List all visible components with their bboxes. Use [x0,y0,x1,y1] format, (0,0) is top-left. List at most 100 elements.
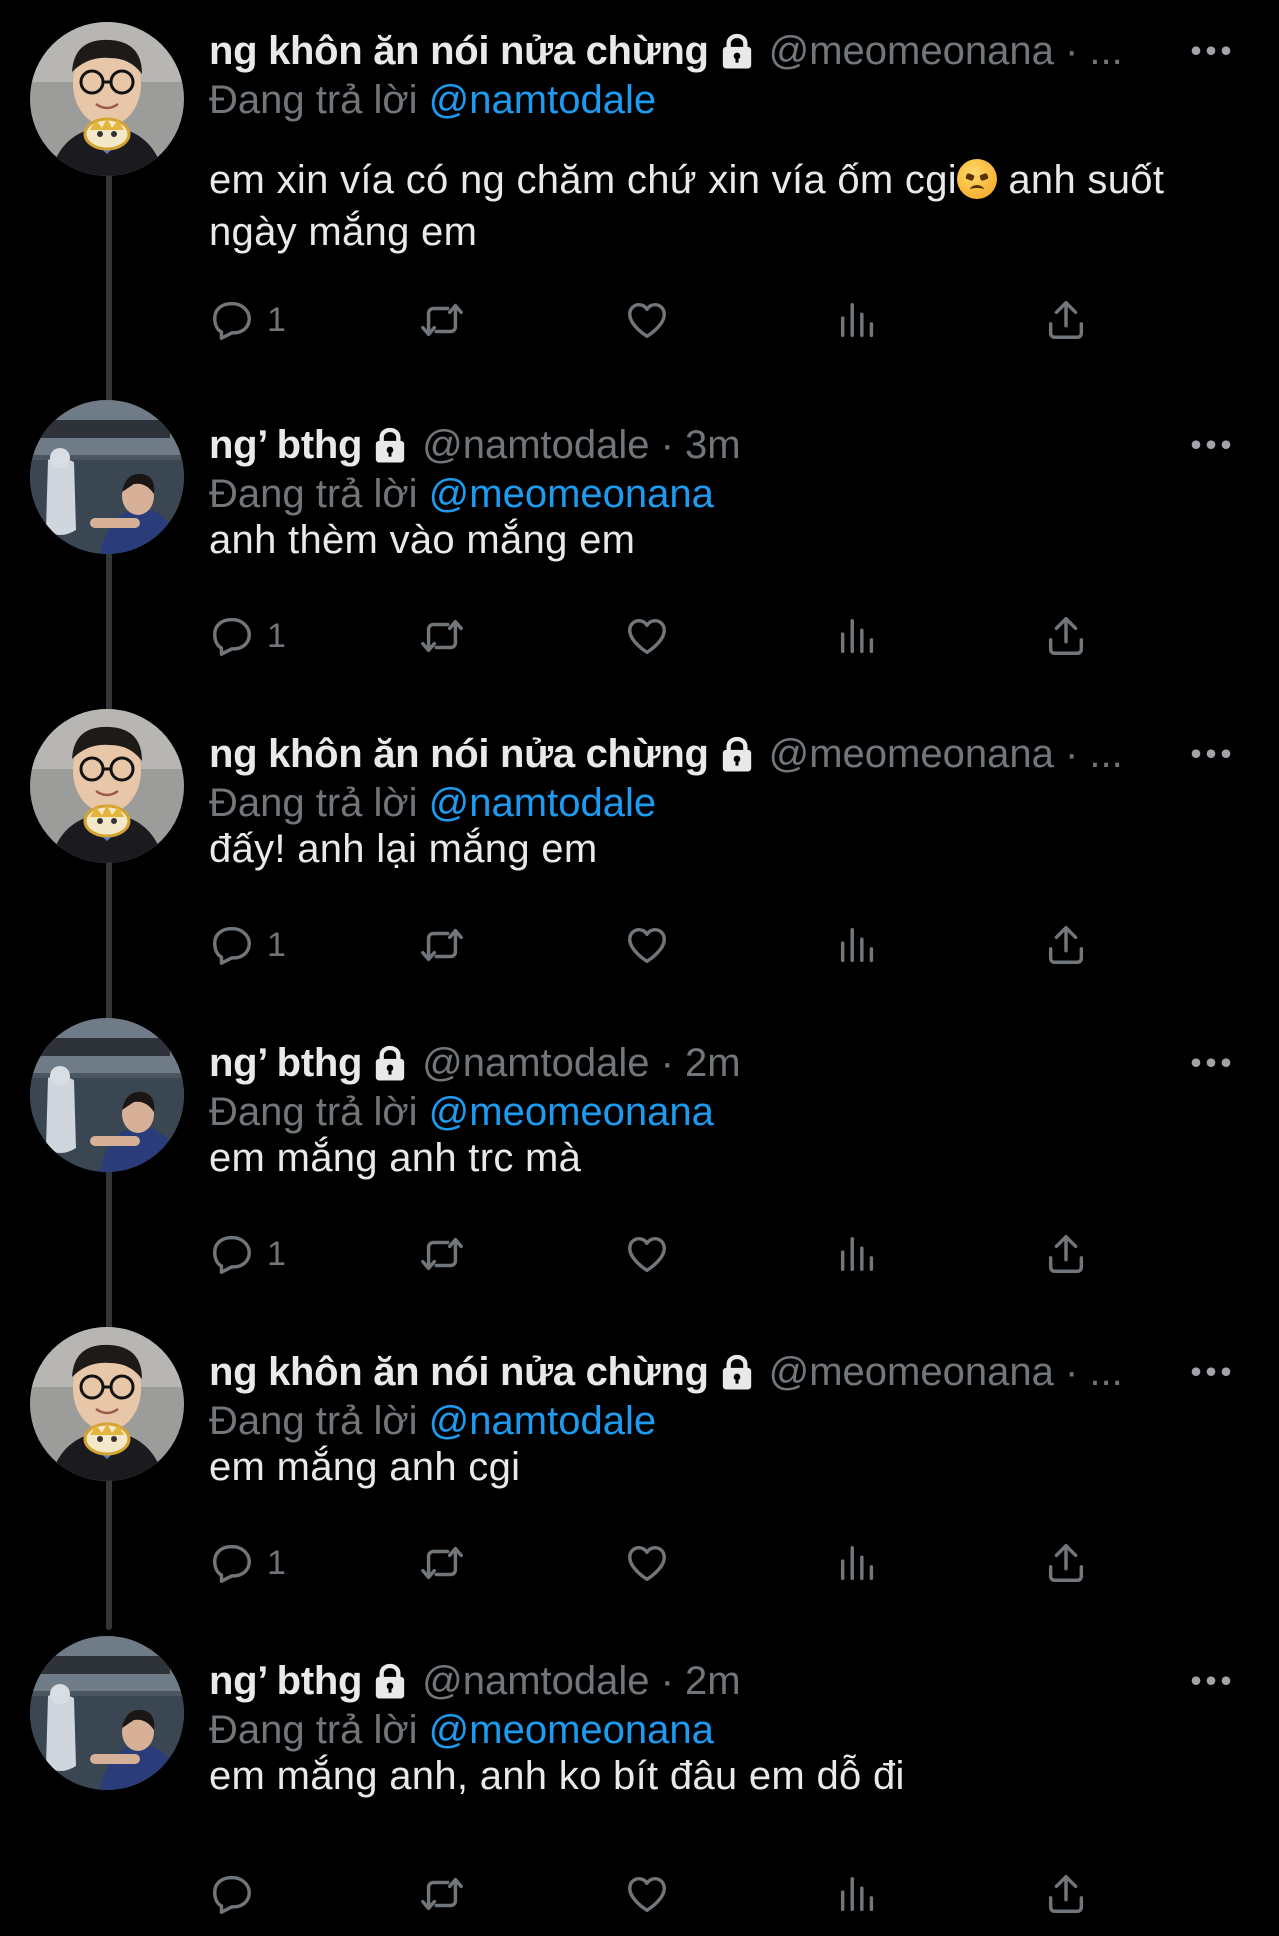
reply-count: 1 [267,616,286,655]
tweet-text: em mắng anh trc mà [209,1136,582,1180]
lock-icon [717,1352,757,1392]
reply-button[interactable]: 1 [209,608,286,664]
reply-mention-link[interactable]: @namtodale [429,78,656,122]
avatar[interactable] [30,1327,184,1481]
share-button[interactable] [1043,1535,1089,1591]
replying-to-label: Đang trả lời [209,781,418,825]
views-button[interactable] [835,1226,881,1282]
retweet-icon [419,613,465,659]
replying-to: Đang trả lời @namtodale [209,1396,656,1446]
reply-count: 1 [267,1543,286,1582]
views-icon [835,1540,881,1586]
like-button[interactable] [624,292,670,348]
reply-mention-link[interactable]: @meomeonana [429,1708,714,1752]
tweet-actions [209,1866,1209,1922]
reply-mention-link[interactable]: @namtodale [429,781,656,825]
views-icon [835,1231,881,1277]
like-button[interactable] [624,1866,670,1922]
replying-to-label: Đang trả lời [209,1399,418,1443]
reply-mention-link[interactable]: @meomeonana [429,1090,714,1134]
avatar-boat-photo [30,400,184,554]
share-button[interactable] [1043,292,1089,348]
replying-to: Đang trả lời @namtodale [209,75,656,125]
tweet: ng khôn ăn nói nửa chừng @meomeonana · ..… [0,709,1279,1009]
reply-button[interactable]: 1 [209,292,286,348]
lock-icon [717,31,757,71]
views-button[interactable] [835,917,881,973]
tweet-header: ng khôn ăn nói nửa chừng @meomeonana · ..… [209,1347,1123,1397]
reply-button[interactable]: 1 [209,917,286,973]
views-button[interactable] [835,1866,881,1922]
replying-to-label: Đang trả lời [209,1090,418,1134]
tweet: ng khôn ăn nói nửa chừng @meomeonana · ..… [0,0,1279,340]
author-name[interactable]: ng khôn ăn nói nửa chừng [209,1347,709,1397]
author-handle-time[interactable]: @meomeonana · ... [769,1347,1123,1397]
avatar[interactable] [30,400,184,554]
views-button[interactable] [835,608,881,664]
retweet-icon [419,1540,465,1586]
author-name[interactable]: ng’ bthg [209,420,362,470]
retweet-button[interactable] [419,608,465,664]
author-handle-time[interactable]: @namtodale · 2m [422,1038,741,1088]
retweet-button[interactable] [419,1226,465,1282]
views-icon [835,613,881,659]
reply-icon [209,297,255,343]
author-handle-time[interactable]: @namtodale · 2m [422,1656,741,1706]
reply-button[interactable]: 1 [209,1226,286,1282]
replying-to: Đang trả lời @namtodale [209,778,656,828]
views-button[interactable] [835,1535,881,1591]
retweet-icon [419,1871,465,1917]
replying-to: Đang trả lời @meomeonana [209,469,714,519]
avatar[interactable] [30,709,184,863]
author-handle-time[interactable]: @meomeonana · ... [769,26,1123,76]
reply-button[interactable] [209,1866,255,1922]
tweet-actions: 1 [209,608,1209,664]
tweet: ng’ bthg @namtodale · 2m Đang trả lời @meo… [0,1018,1279,1318]
avatar[interactable] [30,22,184,176]
retweet-button[interactable] [419,1535,465,1591]
reply-mention-link[interactable]: @meomeonana [429,472,714,516]
like-button[interactable] [624,1226,670,1282]
avatar[interactable] [30,1018,184,1172]
reply-button[interactable]: 1 [209,1535,286,1591]
tweet-text-part: em xin vía có ng chăm chứ xin vía ốm cgi [209,158,957,202]
retweet-button[interactable] [419,292,465,348]
more-icon[interactable] [1191,420,1231,470]
author-handle-time[interactable]: @meomeonana · ... [769,729,1123,779]
more-icon[interactable] [1191,729,1231,779]
like-button[interactable] [624,1535,670,1591]
avatar-boat-photo [30,1018,184,1172]
author-name[interactable]: ng’ bthg [209,1656,362,1706]
share-button[interactable] [1043,1866,1089,1922]
replying-to-label: Đang trả lời [209,472,418,516]
share-button[interactable] [1043,608,1089,664]
tweet-header: ng’ bthg @namtodale · 2m [209,1038,741,1088]
more-icon[interactable] [1191,26,1231,76]
avatar[interactable] [30,1636,184,1790]
reply-mention-link[interactable]: @namtodale [429,1399,656,1443]
like-icon [624,1871,670,1917]
tweet: ng khôn ăn nói nửa chừng @meomeonana · ..… [0,1327,1279,1627]
author-name[interactable]: ng khôn ăn nói nửa chừng [209,729,709,779]
tweet-header: ng’ bthg @namtodale · 2m [209,1656,741,1706]
author-name[interactable]: ng khôn ăn nói nửa chừng [209,26,709,76]
like-button[interactable] [624,917,670,973]
views-button[interactable] [835,292,881,348]
share-button[interactable] [1043,1226,1089,1282]
share-button[interactable] [1043,917,1089,973]
author-name[interactable]: ng’ bthg [209,1038,362,1088]
tweet-text: đấy! anh lại mắng em [209,827,598,871]
author-handle-time[interactable]: @namtodale · 3m [422,420,741,470]
replying-to-label: Đang trả lời [209,78,418,122]
retweet-button[interactable] [419,1866,465,1922]
retweet-button[interactable] [419,917,465,973]
tweet-text: em xin vía có ng chăm chứ xin vía ốm cgi… [209,154,1239,258]
more-icon[interactable] [1191,1038,1231,1088]
more-icon[interactable] [1191,1347,1231,1397]
angry-face-emoji [956,159,997,199]
share-icon [1043,922,1089,968]
avatar-glasses-boy [30,1327,184,1481]
like-button[interactable] [624,608,670,664]
more-icon[interactable] [1191,1656,1231,1706]
like-icon [624,922,670,968]
